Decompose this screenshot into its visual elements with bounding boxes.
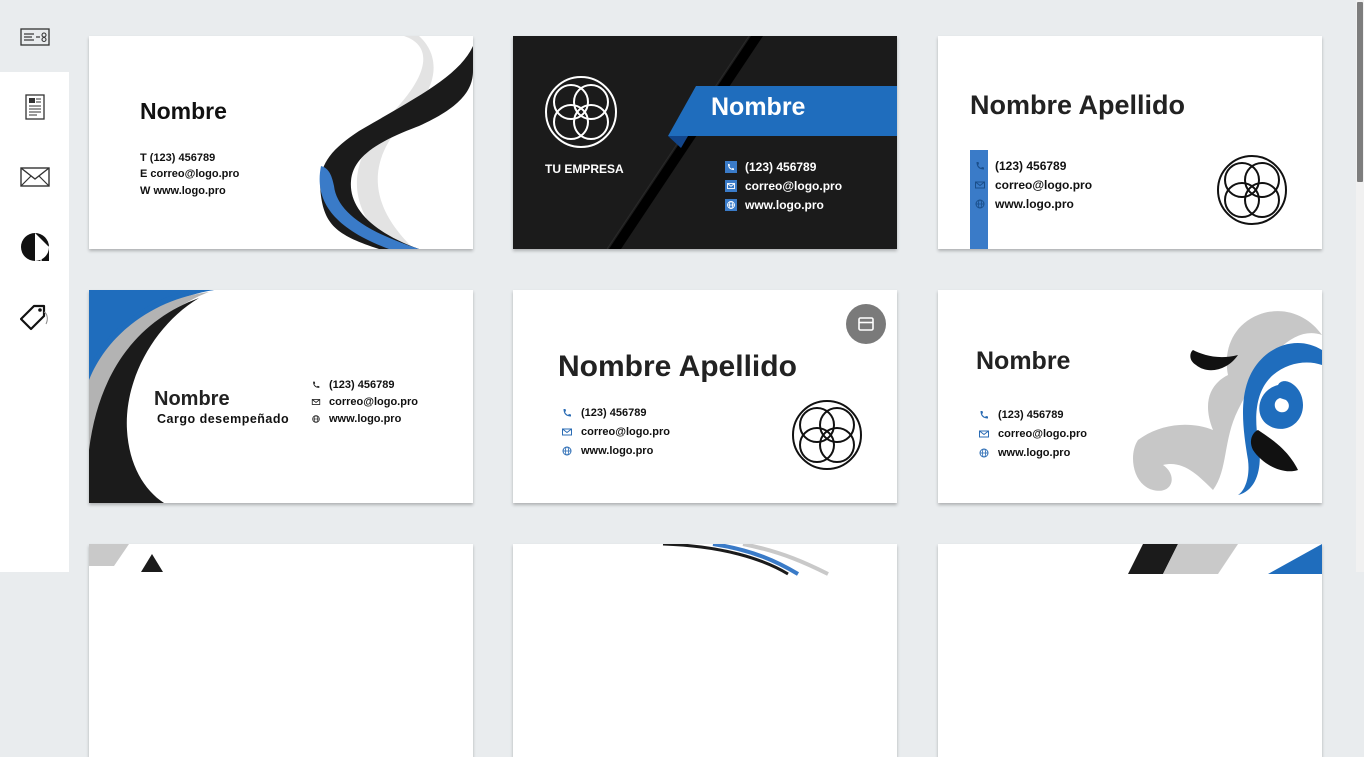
sidebar-item-stickers[interactable] xyxy=(0,217,69,277)
card-decoration xyxy=(319,36,473,249)
sidebar-item-documents[interactable] xyxy=(0,77,69,137)
company-name: TU EMPRESA xyxy=(545,162,624,176)
card-decoration xyxy=(1128,544,1322,574)
sidebar-item-envelopes[interactable] xyxy=(0,147,69,207)
business-card-template[interactable] xyxy=(938,544,1322,757)
card-email: correo@logo.pro xyxy=(998,427,1087,440)
email-icon xyxy=(979,430,989,437)
card-web: www.logo.pro xyxy=(329,412,402,425)
scrollbar-thumb[interactable] xyxy=(1357,2,1363,182)
card-name: Nombre Apellido xyxy=(970,90,1186,120)
business-card-template[interactable]: Nombre (123) 456789 correo@logo.pro www.… xyxy=(938,290,1322,503)
email-icon xyxy=(311,398,321,405)
business-card-template[interactable]: Nombre T (123) 456789 E correo@logo.pro … xyxy=(89,36,473,249)
template-grid: Nombre T (123) 456789 E correo@logo.pro … xyxy=(69,0,1356,757)
logo-icon xyxy=(792,400,862,470)
card-decoration xyxy=(89,544,163,572)
phone-icon xyxy=(725,160,737,173)
card-web: www.logo.pro xyxy=(745,197,824,212)
envelope-icon xyxy=(19,167,50,187)
contact-list: (123) 456789 correo@logo.pro www.logo.pr… xyxy=(974,156,1092,213)
card-phone: T (123) 456789 xyxy=(140,152,216,164)
business-card-template[interactable]: Nombre Cargo desempeñado (123) 456789 co… xyxy=(89,290,473,503)
phone-icon xyxy=(563,408,571,416)
card-web: W www.logo.pro xyxy=(140,185,226,197)
contact-list: (123) 456789 correo@logo.pro www.logo.pr… xyxy=(311,376,418,427)
document-icon xyxy=(24,94,45,120)
card-decoration xyxy=(1133,311,1322,495)
card-view-icon xyxy=(858,317,874,331)
business-card-template[interactable] xyxy=(89,544,473,757)
logo-icon xyxy=(1217,155,1287,225)
card-view-button[interactable] xyxy=(846,304,886,344)
sidebar xyxy=(0,0,69,572)
card-decoration xyxy=(662,544,829,576)
sidebar-item-tags[interactable] xyxy=(0,287,69,347)
card-phone: (123) 456789 xyxy=(581,406,647,419)
logo-icon xyxy=(545,76,617,148)
card-phone: (123) 456789 xyxy=(329,378,395,391)
card-name: Nombre xyxy=(976,347,1071,375)
card-web: www.logo.pro xyxy=(995,196,1074,211)
globe-icon xyxy=(312,414,320,423)
email-icon xyxy=(975,181,985,188)
business-card-icon xyxy=(19,28,50,46)
card-email: correo@logo.pro xyxy=(745,178,843,193)
globe-icon xyxy=(725,198,737,211)
scrollbar[interactable] xyxy=(1356,0,1364,572)
globe-icon xyxy=(562,446,572,455)
card-title: Cargo desempeñado xyxy=(157,412,290,426)
card-email: E correo@logo.pro xyxy=(140,168,240,180)
card-name: Nombre xyxy=(711,93,806,121)
globe-icon xyxy=(979,448,989,457)
email-icon xyxy=(562,428,572,435)
contact-list: (123) 456789 correo@logo.pro www.logo.pr… xyxy=(978,405,1087,462)
card-web: www.logo.pro xyxy=(581,444,654,457)
card-phone: (123) 456789 xyxy=(995,158,1067,173)
email-icon xyxy=(725,179,737,192)
globe-icon xyxy=(975,199,985,208)
sidebar-item-business-cards[interactable] xyxy=(0,7,69,67)
contact-list: (123) 456789 correo@logo.pro www.logo.pr… xyxy=(725,157,842,214)
card-email: correo@logo.pro xyxy=(329,395,418,408)
card-phone: (123) 456789 xyxy=(998,408,1064,421)
card-name: Nombre xyxy=(154,388,230,410)
card-name: Nombre xyxy=(140,98,227,124)
business-card-template[interactable]: Nombre Apellido (123) 456789 correo@logo… xyxy=(513,290,897,503)
card-email: correo@logo.pro xyxy=(581,425,670,438)
business-card-template[interactable]: TU EMPRESA Nombre (123) 456789 correo@lo… xyxy=(513,36,897,249)
business-card-template[interactable]: Nombre Apellido (123) 456789 correo@logo… xyxy=(938,36,1322,249)
card-name: Nombre Apellido xyxy=(558,350,797,383)
contact-list: (123) 456789 correo@logo.pro www.logo.pr… xyxy=(561,403,670,460)
phone-icon xyxy=(313,381,320,388)
card-email: correo@logo.pro xyxy=(995,177,1093,192)
business-card-template[interactable] xyxy=(513,544,897,757)
card-phone: (123) 456789 xyxy=(745,159,817,174)
tag-icon xyxy=(19,304,48,331)
sticker-icon xyxy=(20,233,49,262)
card-web: www.logo.pro xyxy=(998,446,1071,459)
phone-icon xyxy=(980,410,988,418)
phone-icon xyxy=(976,161,984,169)
